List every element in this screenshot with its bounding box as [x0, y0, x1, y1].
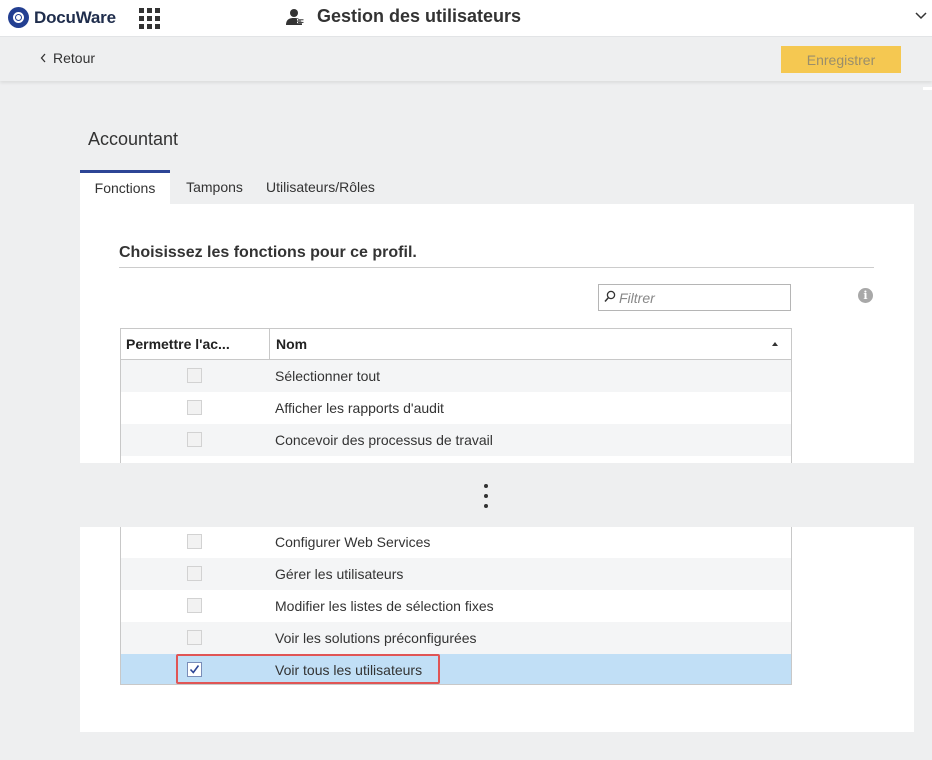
row-label: Sélectionner tout	[275, 368, 381, 384]
filter-input[interactable]	[619, 289, 784, 307]
row-label: Voir les solutions préconfigurées	[275, 630, 477, 646]
highlight-annotation	[176, 654, 440, 684]
row-checkbox[interactable]	[187, 566, 202, 581]
column-header-name[interactable]: Nom	[276, 336, 307, 352]
table-row[interactable]: Sélectionner tout	[121, 360, 791, 392]
row-label: Modifier les listes de sélection fixes	[275, 598, 494, 614]
table-row[interactable]: Concevoir des processus de travail	[121, 424, 791, 456]
row-label: Gérer les utilisateurs	[275, 566, 404, 582]
row-label: Afficher les rapports d'audit	[275, 400, 444, 416]
save-button[interactable]: Enregistrer	[781, 46, 901, 73]
logo-text: DocuWare	[34, 7, 116, 27]
docuware-logo-icon	[8, 7, 29, 28]
action-bar: Retour Enregistrer	[0, 37, 932, 81]
table-row[interactable]: Configurer Web Services	[121, 526, 791, 558]
top-bar: DocuWare Gestion des utilisateurs	[0, 0, 932, 37]
table-row[interactable]: Gérer les utilisateurs	[121, 558, 791, 590]
row-label: Configurer Web Services	[275, 534, 431, 550]
table-row[interactable]: Voir les solutions préconfigurées	[121, 622, 791, 654]
omitted-content-gap	[0, 463, 932, 527]
table-row-selected[interactable]: Voir tous les utilisateurs	[121, 654, 791, 684]
row-checkbox[interactable]	[187, 630, 202, 645]
more-vertical-icon	[484, 484, 490, 514]
tab-tampons[interactable]: Tampons	[170, 170, 259, 203]
app-grid-icon[interactable]	[139, 8, 160, 29]
back-button[interactable]: Retour	[40, 50, 95, 66]
column-separator[interactable]	[269, 329, 270, 359]
row-checkbox[interactable]	[187, 598, 202, 613]
scrollbar[interactable]	[923, 87, 932, 90]
row-label: Concevoir des processus de travail	[275, 432, 493, 448]
row-checkbox[interactable]	[187, 400, 202, 415]
page-title-wrap: Gestion des utilisateurs	[285, 6, 521, 27]
tab-fonctions[interactable]: Fonctions	[80, 170, 170, 204]
chevron-left-icon	[40, 53, 46, 63]
search-icon	[604, 290, 616, 302]
divider	[119, 267, 874, 268]
table-row[interactable]: Modifier les listes de sélection fixes	[121, 590, 791, 622]
row-checkbox[interactable]	[187, 432, 202, 447]
tab-bar: Fonctions Tampons Utilisateurs/Rôles	[80, 170, 375, 204]
table-row[interactable]: Afficher les rapports d'audit	[121, 392, 791, 424]
page-title: Gestion des utilisateurs	[317, 6, 522, 26]
info-icon[interactable]: i	[858, 288, 873, 303]
user-management-icon	[286, 8, 304, 25]
filter-field[interactable]	[598, 284, 791, 311]
column-header-allow[interactable]: Permettre l'ac...	[126, 336, 266, 352]
sort-ascending-icon[interactable]	[772, 342, 778, 346]
profile-title: Accountant	[88, 129, 179, 149]
back-label: Retour	[53, 50, 96, 66]
tab-utilisateurs-roles[interactable]: Utilisateurs/Rôles	[259, 170, 375, 203]
grid-header: Permettre l'ac... Nom	[121, 329, 791, 360]
section-heading: Choisissez les fonctions pour ce profil.	[119, 244, 417, 261]
chevron-down-icon[interactable]	[914, 11, 928, 21]
row-checkbox[interactable]	[187, 534, 202, 549]
row-checkbox[interactable]	[187, 368, 202, 383]
docuware-logo[interactable]: DocuWare	[8, 7, 116, 28]
